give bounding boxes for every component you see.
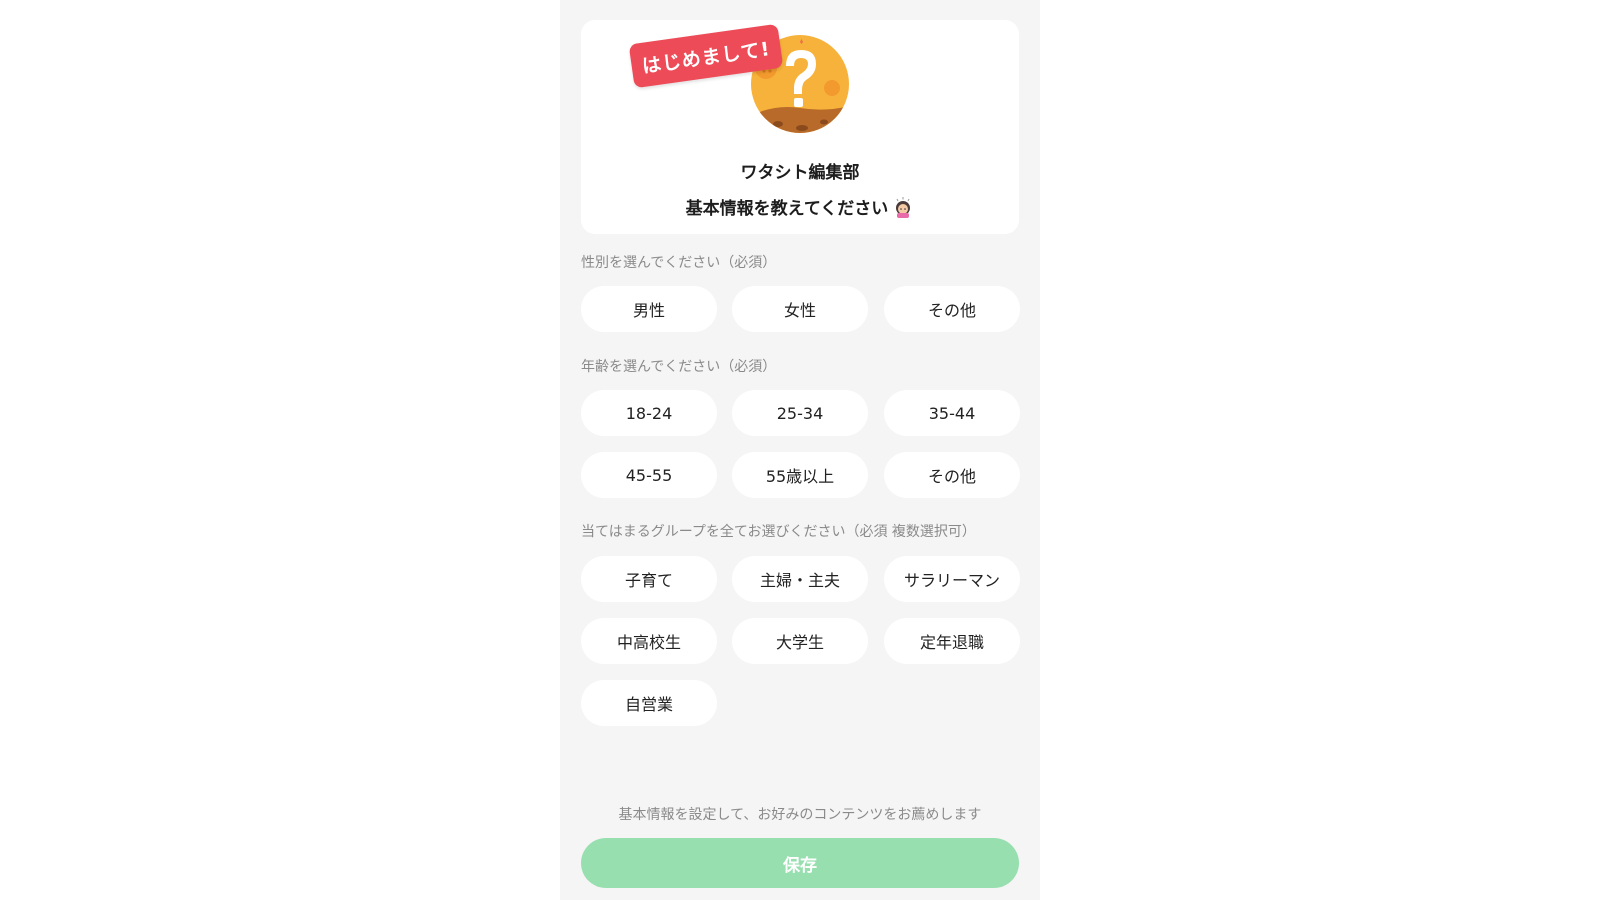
editorial-name: ワタシト編集部: [740, 163, 860, 183]
gender-section-label: 性別を選んでください（必須）: [581, 255, 777, 271]
group-option-homemaker[interactable]: 主婦・主夫: [732, 556, 868, 602]
group-option-office-worker[interactable]: サラリーマン: [884, 556, 1020, 602]
onboarding-panel: はじめまして! ワタシト編集部 基本情報を教えてください 性別を選んでください（…: [560, 0, 1040, 900]
gender-option-male[interactable]: 男性: [581, 286, 717, 332]
group-option-high-school[interactable]: 中高校生: [581, 618, 717, 664]
age-option-25-34[interactable]: 25-34: [732, 390, 868, 436]
girl-emoji-icon: [896, 196, 911, 218]
prompt-heading: 基本情報を教えてください: [581, 194, 1019, 219]
prompt-heading-text: 基本情報を教えてください: [685, 199, 889, 219]
age-option-45-55[interactable]: 45-55: [581, 452, 717, 498]
group-section-label: 当てはまるグループを全てお選びください（必須 複数選択可）: [581, 524, 976, 540]
age-option-55-plus[interactable]: 55歳以上: [732, 452, 868, 498]
age-option-other[interactable]: その他: [884, 452, 1020, 498]
intro-card: はじめまして! ワタシト編集部 基本情報を教えてください: [581, 20, 1019, 234]
age-section-label: 年齢を選んでください（必須）: [581, 359, 777, 375]
group-option-university[interactable]: 大学生: [732, 618, 868, 664]
gender-option-female[interactable]: 女性: [732, 286, 868, 332]
gender-option-other[interactable]: その他: [884, 286, 1020, 332]
save-button[interactable]: 保存: [581, 838, 1019, 888]
recommendation-note: 基本情報を設定して、お好みのコンテンツをお薦めします: [618, 807, 982, 823]
age-option-35-44[interactable]: 35-44: [884, 390, 1020, 436]
group-option-retired[interactable]: 定年退職: [884, 618, 1020, 664]
group-option-parenting[interactable]: 子育て: [581, 556, 717, 602]
age-option-18-24[interactable]: 18-24: [581, 390, 717, 436]
group-option-self-employed[interactable]: 自営業: [581, 680, 717, 726]
